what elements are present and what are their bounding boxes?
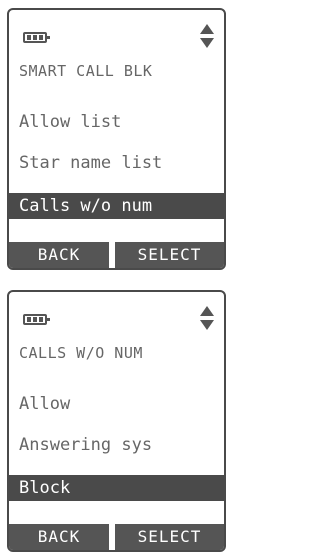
back-softkey[interactable]: BACK [9, 242, 109, 268]
status-bar [9, 10, 224, 58]
menu-item-block-selected[interactable]: Block [9, 475, 224, 501]
screen-title: SMART CALL BLK [19, 62, 153, 80]
battery-icon [23, 32, 50, 43]
screen-title: CALLS W/O NUM [19, 344, 143, 362]
back-softkey[interactable]: BACK [9, 524, 109, 550]
handset-screen-smart-call-blk: SMART CALL BLK Allow list Star name list… [7, 8, 226, 270]
scroll-up-down-icon [200, 24, 214, 50]
select-softkey[interactable]: SELECT [115, 242, 224, 268]
menu-item-answering-sys[interactable]: Answering sys [19, 435, 152, 455]
menu-item-star-name-list[interactable]: Star name list [19, 153, 162, 173]
handset-screen-calls-wo-num: CALLS W/O NUM Allow Answering sys Block … [7, 290, 226, 552]
status-bar [9, 292, 224, 340]
menu-item-allow[interactable]: Allow [19, 394, 70, 414]
scroll-up-down-icon [200, 306, 214, 332]
select-softkey[interactable]: SELECT [115, 524, 224, 550]
menu-item-allow-list[interactable]: Allow list [19, 112, 121, 132]
battery-icon [23, 314, 50, 325]
menu-item-calls-wo-num-selected[interactable]: Calls w/o num [9, 193, 224, 219]
